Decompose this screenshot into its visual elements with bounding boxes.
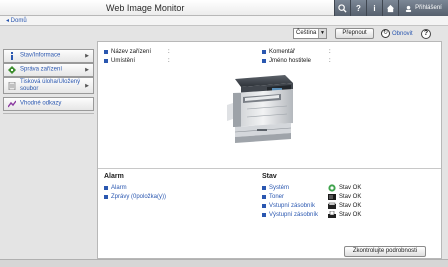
status-value-text: Stav OK bbox=[339, 203, 362, 209]
refresh-label: Obnovit bbox=[392, 30, 413, 37]
alarm-link-item[interactable]: Alarm bbox=[104, 185, 127, 191]
info-icon[interactable]: i bbox=[366, 0, 382, 16]
home-icon[interactable] bbox=[382, 0, 398, 16]
toner-icon bbox=[328, 193, 336, 201]
window-status-bar bbox=[0, 259, 448, 267]
status-info-icon bbox=[11, 52, 13, 60]
switch-language-button[interactable]: Přepnout bbox=[335, 28, 374, 39]
field-label: Umístění bbox=[111, 58, 136, 64]
sidebar-divider bbox=[3, 113, 94, 114]
bullet-icon bbox=[262, 204, 266, 208]
status-row-value: Stav OK bbox=[328, 184, 361, 192]
field-value: : bbox=[168, 58, 170, 64]
status-title: Stav bbox=[262, 173, 277, 180]
system-ok-icon bbox=[328, 184, 336, 192]
status-row-value: Stav OK bbox=[328, 193, 361, 201]
messages-link-item[interactable]: Zprávy (0položka(y)) bbox=[104, 194, 166, 200]
header-bar: Web Image Monitor ? i Přihlášení bbox=[0, 0, 448, 16]
status-row-value: Stav OK bbox=[328, 211, 361, 219]
bullet-icon bbox=[262, 186, 266, 190]
status-row-system[interactable]: Systém bbox=[262, 185, 289, 191]
header-icons: ? i Přihlášení bbox=[334, 0, 448, 16]
device-management-icon bbox=[8, 66, 16, 74]
status-value-text: Stav OK bbox=[339, 185, 362, 191]
help-icon[interactable]: ? bbox=[350, 0, 366, 16]
main-panel: Název zařízení : Umístění : Komentář : J… bbox=[97, 41, 442, 259]
status-row-label[interactable]: Toner bbox=[269, 194, 284, 200]
bullet-icon bbox=[104, 186, 108, 190]
field-label: Komentář bbox=[269, 49, 296, 55]
status-row-label[interactable]: Systém bbox=[269, 185, 289, 191]
field-value: : bbox=[329, 49, 331, 55]
sidebar-item-label: Správa zařízení bbox=[20, 66, 63, 73]
status-row-value: Stav OK bbox=[328, 202, 361, 210]
refresh-button[interactable]: ↻ Obnovit bbox=[381, 28, 413, 39]
breadcrumb: ◂ Domů bbox=[0, 16, 448, 26]
comment-field: Komentář bbox=[262, 49, 295, 55]
alarm-link[interactable]: Alarm bbox=[111, 185, 127, 191]
home-link[interactable]: ◂ Domů bbox=[6, 17, 27, 24]
print-job-icon bbox=[8, 81, 16, 90]
language-select[interactable]: Čeština ▼ bbox=[293, 28, 327, 39]
status-row-label[interactable]: Vstupní zásobník bbox=[269, 203, 315, 209]
location-field: Umístění bbox=[104, 58, 135, 64]
bullet-icon bbox=[262, 59, 266, 63]
field-label: Název zařízení bbox=[111, 49, 152, 55]
bullet-icon bbox=[104, 195, 108, 199]
status-row-output-tray[interactable]: Výstupní zásobník bbox=[262, 212, 318, 218]
status-row-toner[interactable]: Toner bbox=[262, 194, 284, 200]
chevron-down-icon: ▼ bbox=[318, 29, 326, 38]
app-title: Web Image Monitor bbox=[106, 3, 185, 13]
sidebar-item-label: Tisková úloha/Uložený soubor bbox=[20, 78, 81, 92]
bullet-icon bbox=[104, 59, 108, 63]
printer-image bbox=[227, 73, 299, 147]
input-tray-icon bbox=[328, 202, 336, 210]
sidebar-item-links[interactable]: Vhodné odkazy bbox=[3, 97, 94, 111]
output-tray-icon bbox=[328, 211, 336, 219]
login-label: Přihlášení bbox=[415, 5, 442, 11]
status-row-label[interactable]: Výstupní zásobník bbox=[269, 212, 318, 218]
login-button[interactable]: Přihlášení bbox=[398, 0, 448, 16]
alarm-title: Alarm bbox=[104, 173, 124, 180]
bullet-icon bbox=[262, 50, 266, 54]
sidebar-item-label: Vhodné odkazy bbox=[20, 100, 62, 107]
sidebar: Stav/Informace ▶ Správa zařízení ▶ Tisko… bbox=[0, 41, 97, 267]
refresh-icon: ↻ bbox=[381, 29, 390, 38]
links-icon bbox=[8, 100, 16, 108]
sidebar-item-label: Stav/Informace bbox=[20, 52, 61, 59]
status-value-text: Stav OK bbox=[339, 194, 362, 200]
status-row-input-tray[interactable]: Vstupní zásobník bbox=[262, 203, 315, 209]
chevron-right-icon: ▶ bbox=[85, 67, 89, 73]
sidebar-item-print-job[interactable]: Tisková úloha/Uložený soubor ▶ bbox=[3, 77, 94, 94]
field-value: : bbox=[329, 58, 331, 64]
bullet-icon bbox=[104, 50, 108, 54]
field-label: Jméno hostitele bbox=[269, 58, 312, 64]
logo bbox=[0, 0, 70, 16]
device-name-field: Název zařízení bbox=[104, 49, 151, 55]
chevron-right-icon: ▶ bbox=[85, 53, 89, 59]
field-value: : bbox=[168, 49, 170, 55]
status-value-text: Stav OK bbox=[339, 212, 362, 218]
check-details-button[interactable]: Zkontrolujte podrobnosti bbox=[344, 246, 426, 257]
section-divider bbox=[98, 168, 441, 169]
bullet-icon bbox=[262, 213, 266, 217]
sidebar-item-device-management[interactable]: Správa zařízení ▶ bbox=[3, 63, 94, 77]
search-icon[interactable] bbox=[334, 0, 350, 16]
host-name-field: Jméno hostitele bbox=[262, 58, 311, 64]
messages-link[interactable]: Zprávy (0položka(y)) bbox=[111, 194, 166, 200]
language-value: Čeština bbox=[296, 30, 317, 36]
sidebar-item-status-info[interactable]: Stav/Informace ▶ bbox=[3, 49, 94, 63]
login-icon bbox=[406, 5, 412, 12]
bullet-icon bbox=[262, 195, 266, 199]
page-help-icon[interactable]: ? bbox=[421, 29, 431, 39]
toolbar: Čeština ▼ Přepnout ↻ Obnovit ? bbox=[0, 26, 448, 41]
chevron-right-icon: ▶ bbox=[85, 82, 89, 89]
